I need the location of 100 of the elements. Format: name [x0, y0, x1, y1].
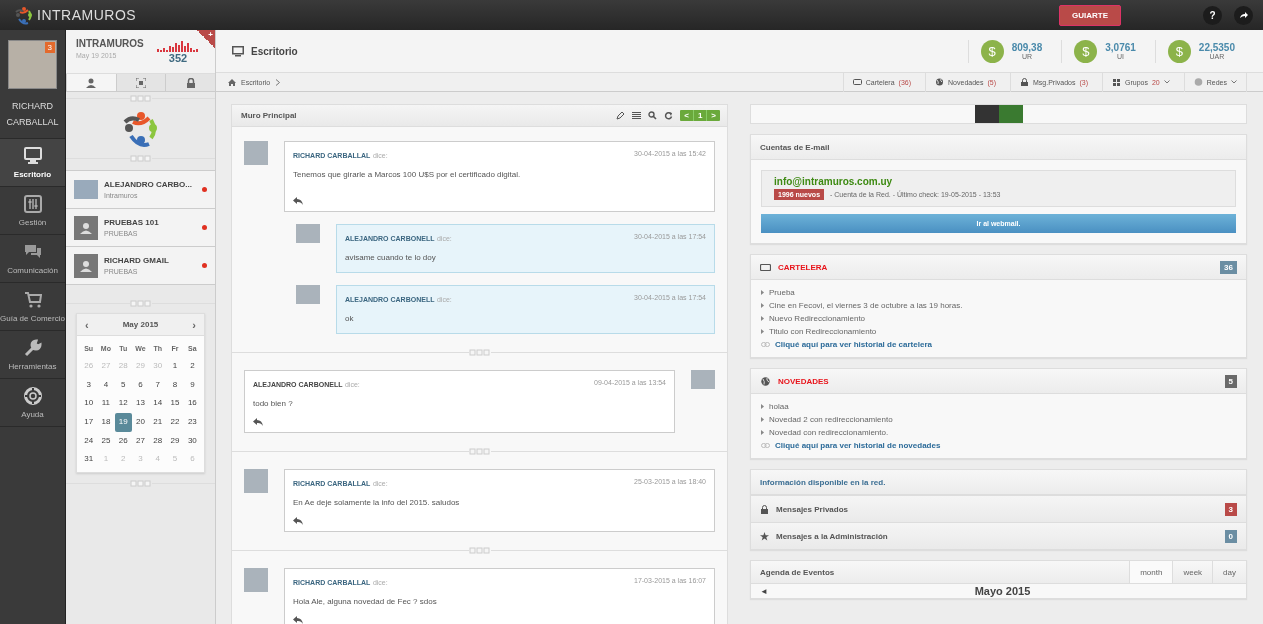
globe-icon	[760, 376, 771, 386]
bullet-icon	[761, 303, 764, 308]
calendar-day[interactable]: 17	[80, 413, 98, 432]
bulletin-item[interactable]: Prueba	[769, 288, 795, 297]
calendar-day[interactable]: 26	[114, 431, 132, 451]
calendar-day[interactable]: 25	[97, 431, 115, 451]
calendar-day[interactable]: 7	[149, 375, 167, 395]
calendar-day[interactable]: 9	[183, 375, 201, 395]
history-link[interactable]: Cliqué aquí para ver historial de cartelera	[775, 340, 932, 349]
next-month-button[interactable]: ›	[192, 318, 196, 331]
nav-item[interactable]: Guía de Comercio	[0, 283, 65, 331]
nav-item[interactable]: Gestión	[0, 187, 65, 235]
info-row[interactable]: Mensajes a la Administración 0	[751, 522, 1246, 549]
calendar-day[interactable]: 11	[97, 394, 115, 414]
calendar-day[interactable]: 3	[80, 375, 98, 395]
pencil-icon[interactable]	[616, 111, 626, 120]
share-icon	[1239, 11, 1248, 19]
prev-button[interactable]: ◄	[760, 586, 768, 596]
dollar-symbol: $	[1167, 39, 1191, 63]
calendar-title: May 2015	[122, 320, 159, 329]
home-icon	[228, 78, 236, 86]
bullet-icon	[761, 316, 764, 321]
bulletin-item[interactable]: Titulo con Redireccionamiento	[769, 327, 877, 336]
calendar-day[interactable]: 4	[97, 375, 115, 395]
list-icon[interactable]	[632, 111, 642, 120]
count-badge: 3	[1224, 502, 1237, 516]
calendar-day[interactable]: 15	[166, 394, 184, 414]
panel-tab[interactable]	[66, 74, 116, 91]
contact-name: ALEJANDRO CARBO...	[104, 180, 193, 189]
info-row[interactable]: Mensajes Privados 3	[751, 495, 1246, 522]
panel-tab[interactable]	[115, 74, 166, 91]
message-text: ok	[345, 314, 355, 323]
bulletin-item[interactable]: Novedad 2 con redireccionamiento	[769, 415, 893, 424]
calendar-day[interactable]: 22	[166, 413, 184, 432]
bulletin-item[interactable]: Novedad con redireccionamiento.	[769, 428, 889, 437]
lock-icon	[760, 504, 769, 514]
nav-item[interactable]: Escritorio	[0, 139, 65, 187]
calendar-day[interactable]: 21	[149, 413, 167, 432]
reply-icon[interactable]	[293, 517, 303, 525]
cart-icon	[23, 290, 42, 309]
monitor-icon	[232, 45, 244, 57]
bulletin-item[interactable]: Cine en Fecovi, el viernes 3 de octubre a las 19 horas.	[769, 301, 963, 310]
calendar-day[interactable]: 19	[114, 413, 132, 432]
view-tab[interactable]: month	[1129, 561, 1173, 583]
refresh-icon[interactable]	[664, 111, 674, 120]
view-tab[interactable]: week	[1172, 561, 1213, 583]
card-title: NOVEDADES	[778, 376, 830, 386]
nav-item[interactable]: Comunicación	[0, 235, 65, 283]
grip-icon	[468, 447, 491, 455]
link-icon	[761, 443, 770, 448]
status-dot	[202, 187, 207, 192]
calendar-day[interactable]: 8	[166, 375, 184, 395]
view-tab[interactable]: day	[1212, 561, 1246, 583]
prev-month-button[interactable]: ‹	[85, 318, 89, 331]
calendar-day[interactable]: 24	[80, 431, 98, 451]
help-button[interactable]: ?	[1203, 5, 1222, 25]
calendar-day[interactable]: 27	[131, 431, 150, 451]
calendar-day[interactable]: 6	[131, 375, 150, 395]
sparkline-chart	[157, 40, 199, 52]
calendar-day[interactable]: 29	[166, 431, 184, 451]
nav-item[interactable]: Herramientas	[0, 331, 65, 379]
logo-text: INTRAMUROS	[37, 7, 137, 23]
panel-tab[interactable]	[165, 74, 215, 91]
bulletin-item[interactable]: Nuevo Redireccionamiento	[769, 314, 866, 323]
calendar-day[interactable]: 28	[149, 431, 167, 451]
search-icon[interactable]	[648, 111, 658, 120]
link-icon	[761, 342, 770, 347]
email-address[interactable]: info@intramuros.com.uy	[774, 176, 1223, 187]
monitor-icon	[23, 146, 42, 165]
share-button[interactable]	[1234, 5, 1253, 25]
calendar-day[interactable]: 2	[183, 357, 201, 376]
calendar-day[interactable]: 23	[183, 413, 201, 432]
calendar-day[interactable]: 18	[97, 413, 115, 432]
calendar-day[interactable]: 1	[166, 357, 184, 376]
reply-icon[interactable]	[253, 418, 263, 426]
bulletin-item[interactable]: holaa	[769, 402, 789, 411]
history-link[interactable]: Cliqué aquí para ver historial de novedades	[775, 441, 941, 450]
calendar-day[interactable]: 10	[80, 394, 98, 414]
photo-placeholder[interactable]	[974, 105, 999, 123]
user-name: RICHARD CARBALLAL	[5, 100, 60, 129]
calendar-day[interactable]: 31	[80, 450, 98, 470]
photo-placeholder	[74, 180, 98, 199]
add-corner[interactable]: +	[197, 30, 215, 48]
calendar-day[interactable]: 14	[149, 394, 167, 414]
nav-item[interactable]: Ayuda	[0, 379, 65, 427]
grip-icon	[468, 546, 491, 554]
calendar-day[interactable]: 20	[131, 413, 150, 432]
calendar-day[interactable]: 16	[183, 394, 201, 414]
grip-icon	[468, 348, 491, 356]
reply-icon[interactable]	[293, 197, 303, 205]
calendar-day[interactable]: 13	[131, 394, 150, 414]
caret-icon	[1163, 80, 1170, 84]
guide-button[interactable]: GUIARTE	[1059, 4, 1121, 26]
calendar-day[interactable]: 12	[114, 394, 132, 414]
reply-icon[interactable]	[293, 616, 303, 624]
chevron-icon	[275, 78, 282, 86]
wrench-icon	[23, 338, 42, 357]
calendar-day[interactable]: 5	[114, 375, 132, 395]
dollar-symbol: $	[1074, 39, 1098, 63]
calendar-day[interactable]: 30	[183, 431, 201, 451]
